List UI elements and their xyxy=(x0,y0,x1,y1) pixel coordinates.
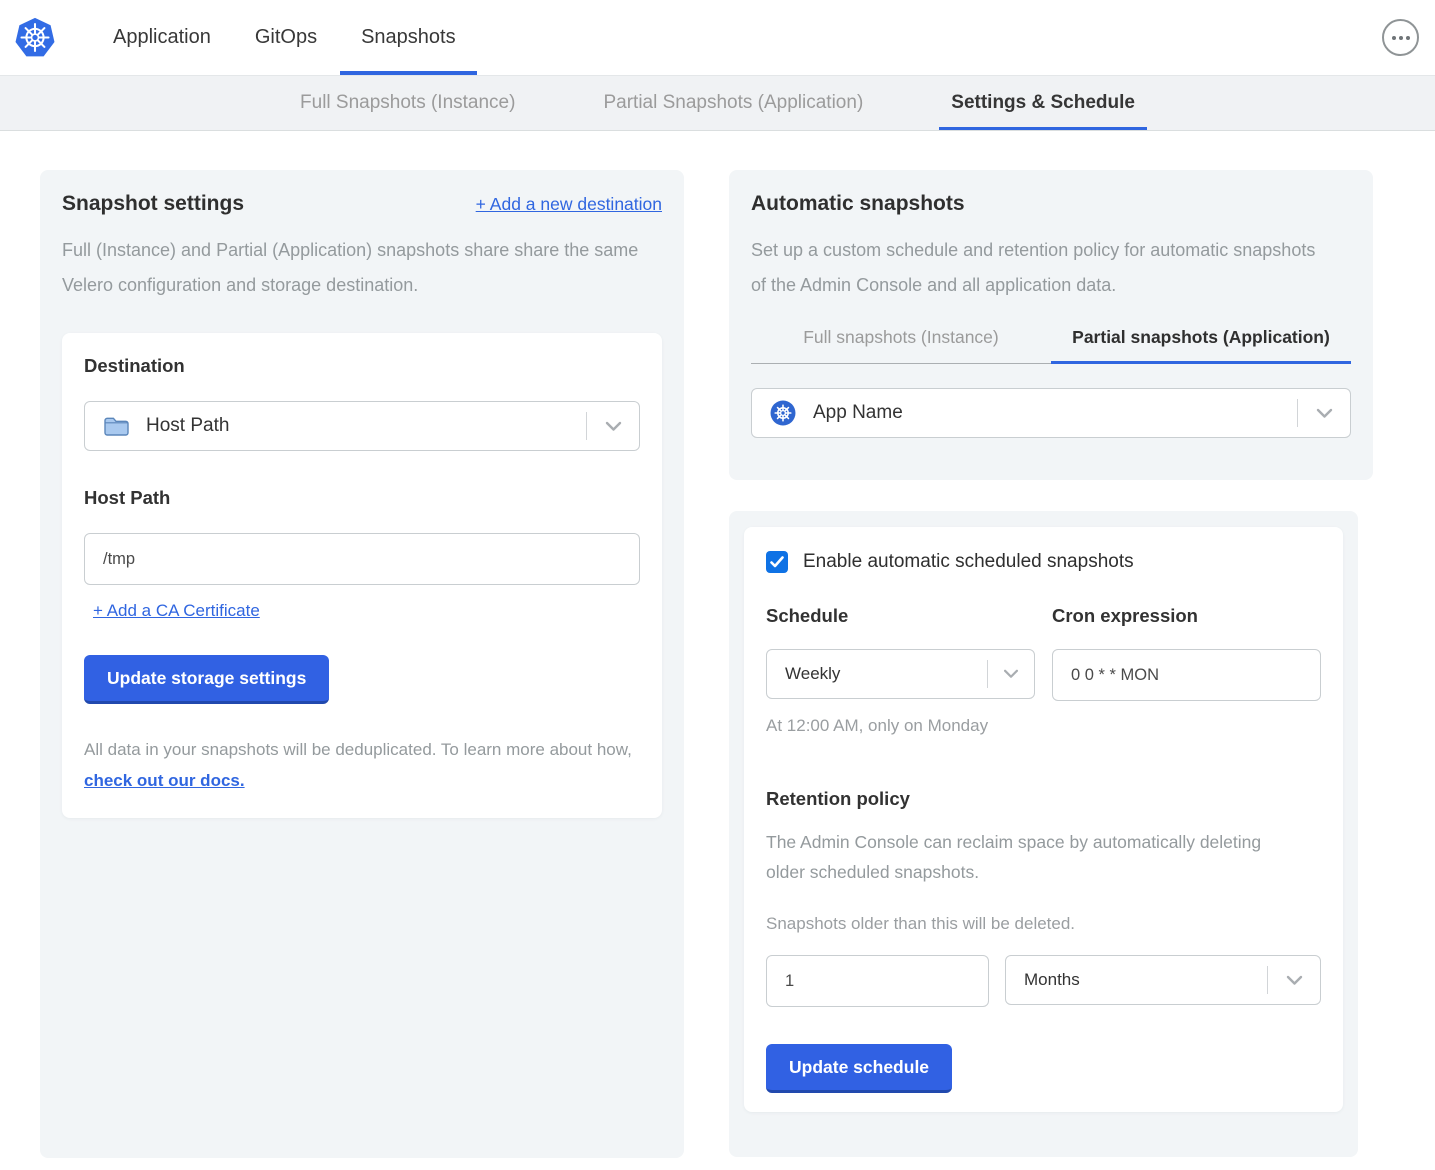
destination-select[interactable]: Host Path xyxy=(84,401,640,451)
host-path-label: Host Path xyxy=(84,487,640,509)
subtab-settings-schedule[interactable]: Settings & Schedule xyxy=(939,76,1147,130)
snapshots-subnav: Full Snapshots (Instance) Partial Snapsh… xyxy=(0,75,1435,131)
retention-unit-select[interactable]: Months xyxy=(1005,955,1321,1005)
folder-icon xyxy=(103,415,130,437)
chevron-down-icon xyxy=(1298,408,1350,419)
overflow-menu-button[interactable] xyxy=(1382,19,1419,56)
app-select[interactable]: App Name xyxy=(751,388,1351,438)
host-path-input[interactable] xyxy=(84,533,640,585)
chevron-down-icon xyxy=(1268,975,1320,986)
update-storage-settings-button[interactable]: Update storage settings xyxy=(84,655,329,704)
retention-policy-title: Retention policy xyxy=(766,788,1321,810)
update-schedule-button[interactable]: Update schedule xyxy=(766,1044,952,1093)
top-navigation: Application GitOps Snapshots xyxy=(0,0,1435,75)
snapshot-settings-description: Full (Instance) and Partial (Application… xyxy=(62,233,647,303)
chevron-down-icon xyxy=(587,421,639,432)
kubernetes-logo-icon xyxy=(14,17,56,58)
snapshot-settings-card: Snapshot settings + Add a new destinatio… xyxy=(40,170,684,1158)
chevron-down-icon xyxy=(988,669,1034,679)
docs-link[interactable]: check out our docs. xyxy=(84,771,245,790)
automatic-snapshots-description: Set up a custom schedule and retention p… xyxy=(751,233,1326,303)
automatic-snapshots-card: Automatic snapshots Set up a custom sche… xyxy=(729,170,1373,480)
retention-unit-value: Months xyxy=(1024,970,1080,990)
tab-partial-snapshots-application[interactable]: Partial snapshots (Application) xyxy=(1051,327,1351,364)
ellipsis-icon xyxy=(1392,36,1396,40)
snapshot-settings-title: Snapshot settings xyxy=(62,192,244,216)
schedule-interval-value: Weekly xyxy=(785,664,840,684)
nav-spacer xyxy=(477,0,1382,75)
add-destination-link[interactable]: + Add a new destination xyxy=(476,194,662,215)
schedule-label: Schedule xyxy=(766,605,1035,627)
app-kubernetes-icon xyxy=(770,400,796,426)
storage-destination-panel: Destination Host Path Host Path + Add a … xyxy=(62,333,662,818)
schedule-panel: Enable automatic scheduled snapshots Sch… xyxy=(744,527,1343,1112)
add-ca-certificate-link[interactable]: + Add a CA Certificate xyxy=(93,601,260,621)
schedule-hint: At 12:00 AM, only on Monday xyxy=(766,716,1321,736)
subtab-partial-snapshots[interactable]: Partial Snapshots (Application) xyxy=(591,76,875,130)
enable-snapshots-label: Enable automatic scheduled snapshots xyxy=(803,551,1134,573)
checkmark-icon xyxy=(770,556,784,568)
app-select-value: App Name xyxy=(813,402,903,424)
retention-amount-input[interactable] xyxy=(766,955,989,1007)
destination-label: Destination xyxy=(84,355,185,376)
main-content: Snapshot settings + Add a new destinatio… xyxy=(40,170,1435,1158)
kubernetes-logo[interactable] xyxy=(14,0,56,75)
right-column: Automatic snapshots Set up a custom sche… xyxy=(729,170,1373,1157)
destination-selected-value: Host Path xyxy=(146,415,229,437)
retention-policy-description: The Admin Console can reclaim space by a… xyxy=(766,827,1296,887)
enable-snapshots-checkbox[interactable] xyxy=(766,551,788,573)
retention-delete-hint: Snapshots older than this will be delete… xyxy=(766,914,1321,934)
nav-tab-application[interactable]: Application xyxy=(92,0,232,75)
cron-expression-input[interactable] xyxy=(1052,649,1321,701)
dedup-note: All data in your snapshots will be dedup… xyxy=(84,734,640,796)
cron-expression-label: Cron expression xyxy=(1052,605,1321,627)
nav-tab-gitops[interactable]: GitOps xyxy=(234,0,338,75)
nav-tab-snapshots[interactable]: Snapshots xyxy=(340,0,477,75)
automatic-snapshots-title: Automatic snapshots xyxy=(751,192,1351,216)
nav-tabs: Application GitOps Snapshots xyxy=(92,0,477,75)
snapshot-scope-tabs: Full snapshots (Instance) Partial snapsh… xyxy=(751,327,1351,364)
schedule-interval-select[interactable]: Weekly xyxy=(766,649,1035,699)
tab-full-snapshots-instance[interactable]: Full snapshots (Instance) xyxy=(751,327,1051,364)
enable-snapshots-row: Enable automatic scheduled snapshots xyxy=(766,551,1321,573)
schedule-card: Enable automatic scheduled snapshots Sch… xyxy=(729,511,1358,1157)
subtab-full-snapshots[interactable]: Full Snapshots (Instance) xyxy=(288,76,527,130)
